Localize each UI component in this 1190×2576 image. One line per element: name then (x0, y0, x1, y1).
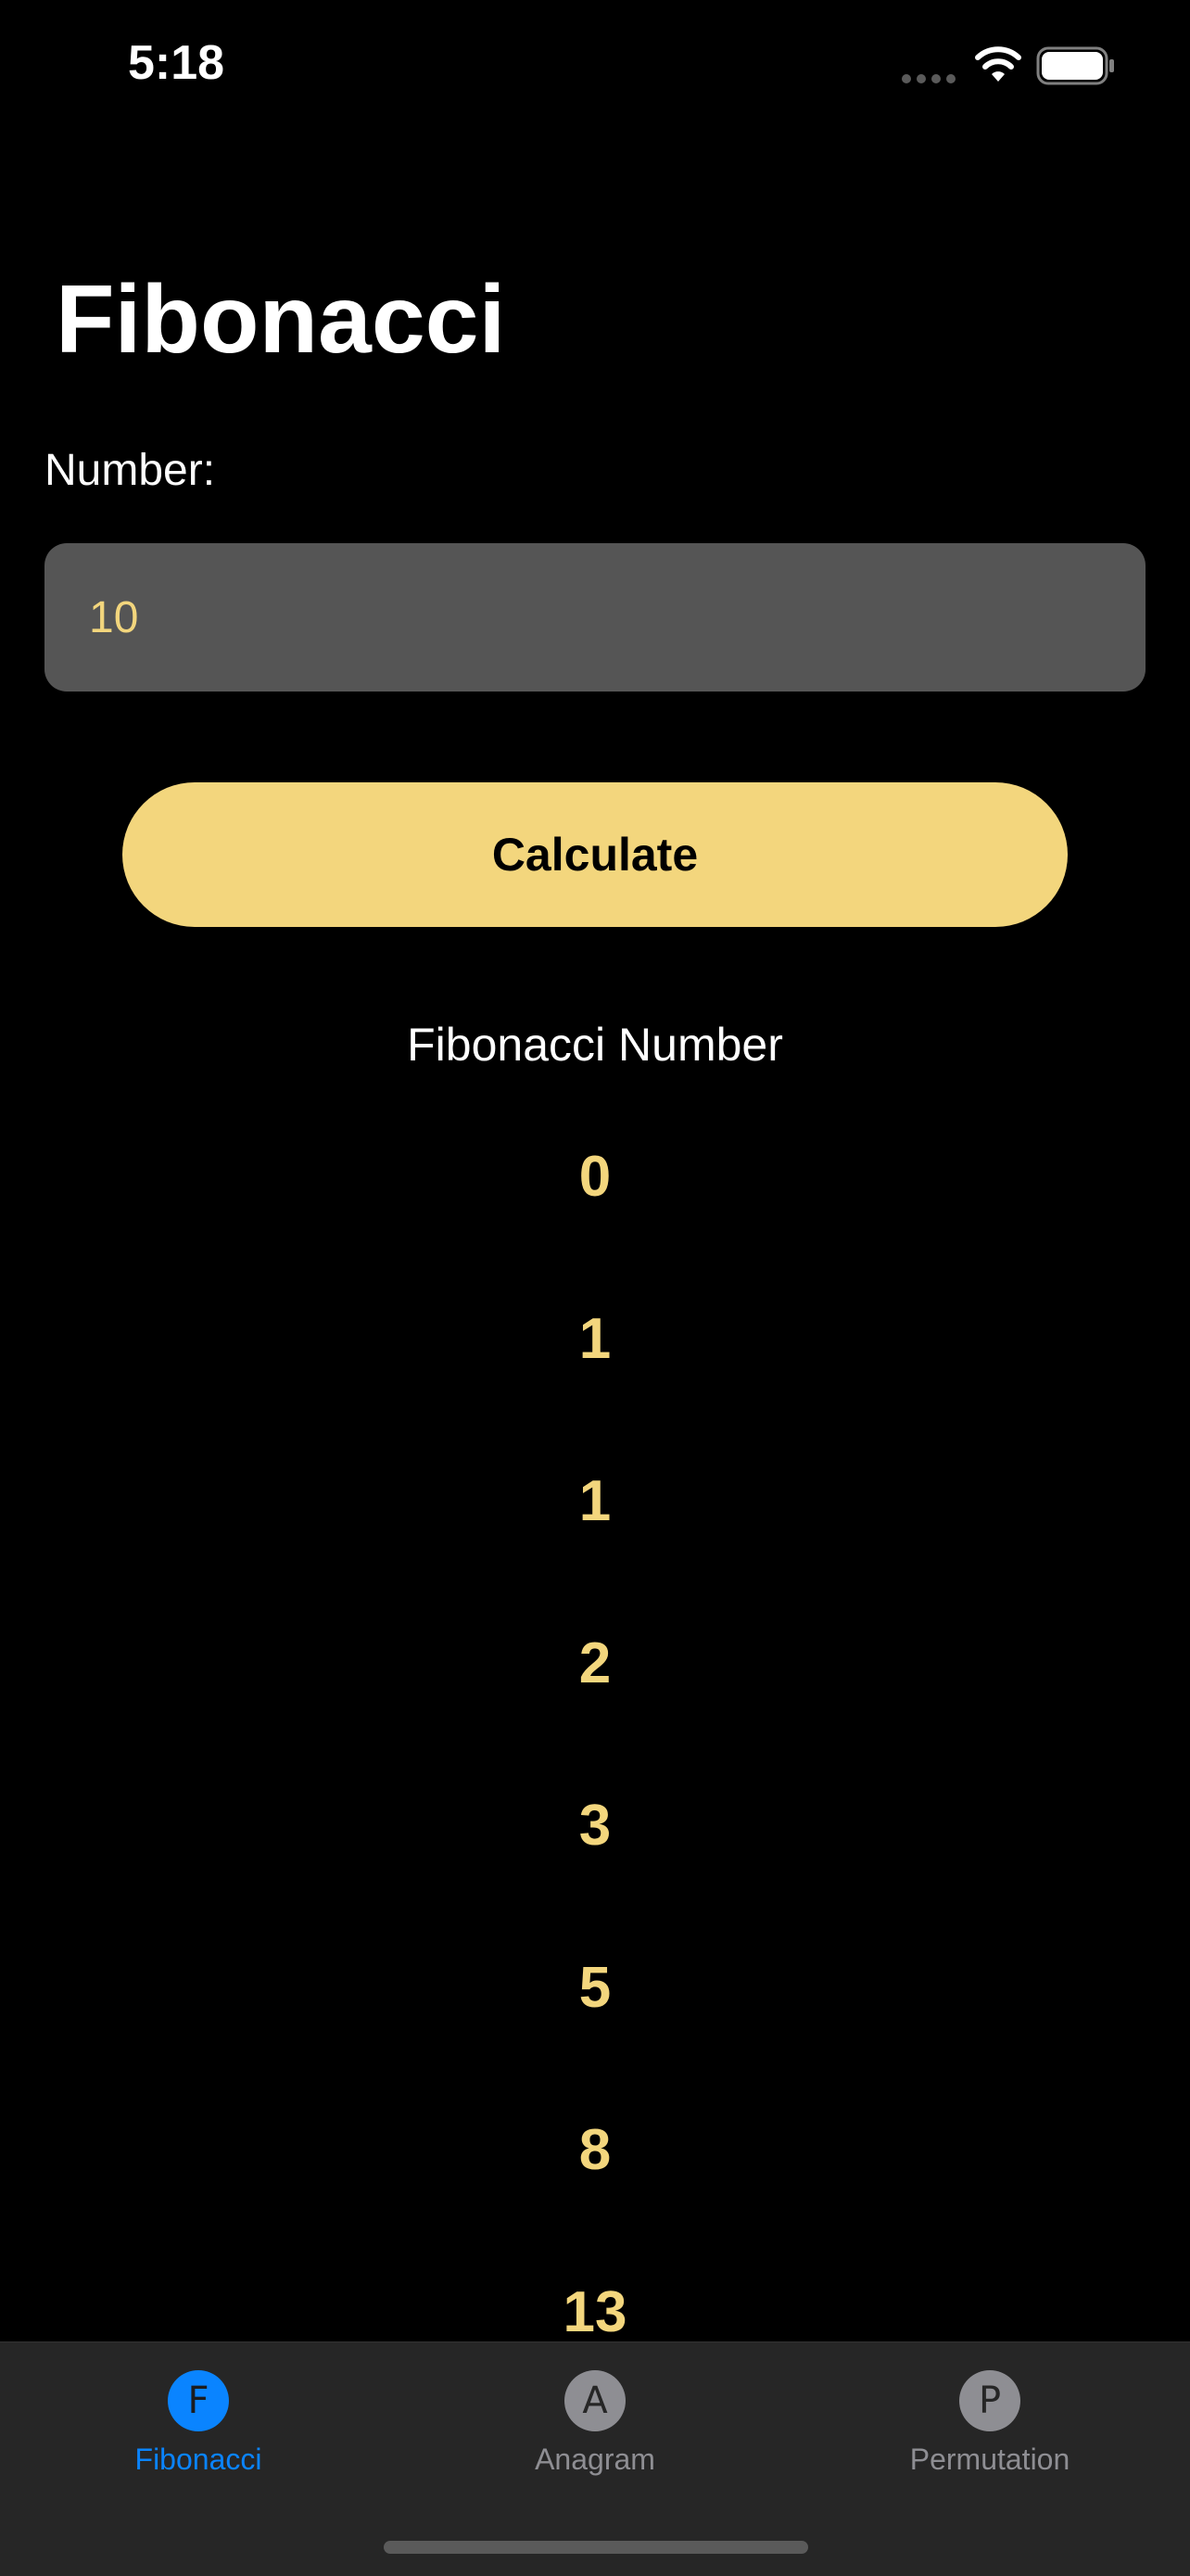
home-indicator[interactable] (384, 2541, 808, 2554)
list-item: 2 (578, 1631, 612, 1695)
wifi-icon (975, 46, 1021, 82)
calculate-button[interactable]: Calculate (122, 782, 1068, 927)
number-label: Number: (44, 446, 216, 495)
list-item: 13 (563, 2280, 627, 2341)
status-bar: 5:18 (0, 0, 1190, 139)
tab-fibonacci[interactable]: F Fibonacci (59, 2370, 337, 2500)
tab-label: Permutation (909, 2443, 1070, 2476)
cellular-dots-icon (902, 74, 956, 83)
tab-label: Fibonacci (134, 2443, 262, 2476)
status-time: 5:18 (128, 36, 225, 90)
list-item: 3 (578, 1794, 612, 1858)
list-item: 1 (578, 1307, 612, 1371)
result-heading: Fibonacci Number (407, 1019, 783, 1071)
list-item: 1 (578, 1469, 612, 1533)
anagram-a-icon: A (564, 2370, 626, 2431)
tab-anagram[interactable]: A Anagram (456, 2370, 734, 2500)
tab-bar: F Fibonacci A Anagram P Permutation (0, 2341, 1190, 2576)
page-title: Fibonacci (56, 266, 506, 374)
list-item: 8 (578, 2118, 612, 2182)
results-list[interactable]: 0 1 1 2 3 5 8 13 (0, 1094, 1190, 2341)
battery-full-icon (1036, 46, 1114, 85)
list-item: 0 (578, 1145, 612, 1209)
permutation-p-icon: P (959, 2370, 1020, 2431)
number-input[interactable] (44, 543, 1146, 692)
list-item: 5 (578, 1956, 612, 2020)
fibonacci-f-icon: F (168, 2370, 229, 2431)
tab-label: Anagram (535, 2443, 655, 2476)
tab-permutation[interactable]: P Permutation (851, 2370, 1129, 2500)
